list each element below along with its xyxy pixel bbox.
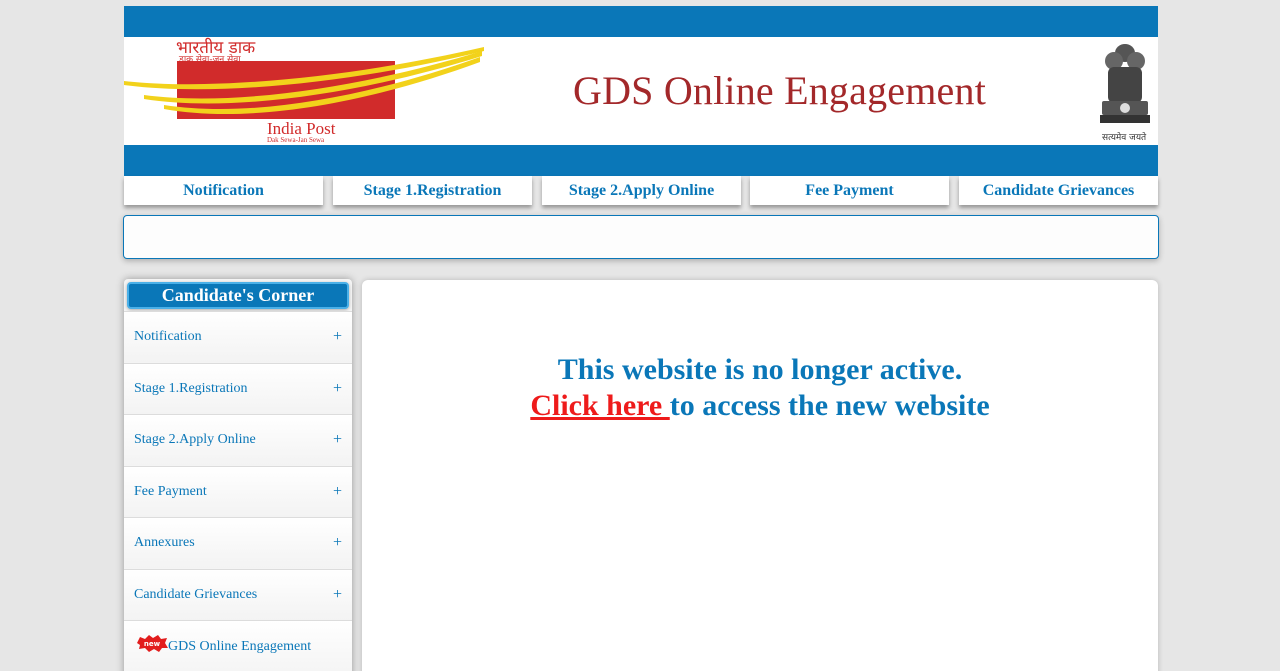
nav-fee-payment[interactable]: Fee Payment xyxy=(750,176,949,205)
expand-plus-icon[interactable]: + xyxy=(333,534,342,552)
national-emblem-icon xyxy=(1100,44,1150,123)
inactive-message-line2: Click here to access the new website xyxy=(362,388,1158,424)
expand-plus-icon[interactable]: + xyxy=(333,483,342,501)
nav-stage2-apply-online[interactable]: Stage 2.Apply Online xyxy=(542,176,741,205)
sidebar-item-gds-online-engagement[interactable]: new GDS Online Engagement xyxy=(124,620,352,671)
top-nav: Notification Stage 1.Registration Stage … xyxy=(124,176,1158,206)
sidebar-item-label: Stage 1.Registration xyxy=(134,381,248,396)
new-website-text: to access the new website xyxy=(669,389,990,422)
sidebar-item-annexures[interactable]: Annexures + xyxy=(124,517,352,568)
india-post-logo[interactable]: भारतीय डाक डाक सेवा-जन सेवा India Post D… xyxy=(124,37,484,145)
sidebar-item-stage2-apply-online[interactable]: Stage 2.Apply Online + xyxy=(124,414,352,465)
sidebar-item-label: Candidate Grievances xyxy=(134,587,258,602)
nav-stage1-registration[interactable]: Stage 1.Registration xyxy=(333,176,532,205)
sidebar-title: Candidate's Corner xyxy=(127,282,349,309)
logo-english-subtext: Dak Sewa-Jan Sewa xyxy=(267,136,325,144)
expand-plus-icon[interactable]: + xyxy=(333,586,342,604)
header-banner: भारतीय डाक डाक सेवा-जन सेवा India Post D… xyxy=(124,6,1158,176)
sidebar-item-notification[interactable]: Notification + xyxy=(124,311,352,362)
header-white-band: भारतीय डाक डाक सेवा-जन सेवा India Post D… xyxy=(124,37,1158,145)
main-content: This website is no longer active. Click … xyxy=(362,280,1158,671)
expand-plus-icon[interactable]: + xyxy=(333,380,342,398)
new-badge-icon: new xyxy=(137,635,168,652)
inactive-message-line1: This website is no longer active. xyxy=(557,353,963,386)
expand-plus-icon[interactable]: + xyxy=(333,431,342,449)
nav-candidate-grievances[interactable]: Candidate Grievances xyxy=(959,176,1158,205)
nav-notification[interactable]: Notification xyxy=(124,176,323,205)
expand-plus-icon[interactable]: + xyxy=(333,328,342,346)
logo-hindi-subtext: डाक सेवा-जन सेवा xyxy=(178,53,241,65)
sidebar-item-label: Stage 2.Apply Online xyxy=(134,432,256,447)
gds-online-engagement-link[interactable]: GDS Online Engagement xyxy=(168,639,311,655)
emblem-motto: सत्यमेव जयते xyxy=(1102,133,1147,143)
announcement-box xyxy=(123,215,1159,259)
page-title: GDS Online Engagement xyxy=(573,68,987,113)
click-here-link[interactable]: Click here xyxy=(530,389,669,422)
sidebar-item-candidate-grievances[interactable]: Candidate Grievances + xyxy=(124,569,352,620)
new-badge-text: new xyxy=(144,640,161,648)
sidebar-item-label: Fee Payment xyxy=(134,484,207,499)
page: भारतीय डाक डाक सेवा-जन सेवा India Post D… xyxy=(123,6,1159,671)
sidebar-item-label: Annexures xyxy=(134,535,195,550)
sidebar-item-fee-payment[interactable]: Fee Payment + xyxy=(124,466,352,517)
candidates-corner-sidebar: Candidate's Corner Notification + Stage … xyxy=(124,279,352,671)
sidebar-item-label: Notification xyxy=(134,329,202,344)
sidebar-item-stage1-registration[interactable]: Stage 1.Registration + xyxy=(124,363,352,414)
inactive-message: This website is no longer active. Click … xyxy=(362,352,1158,424)
